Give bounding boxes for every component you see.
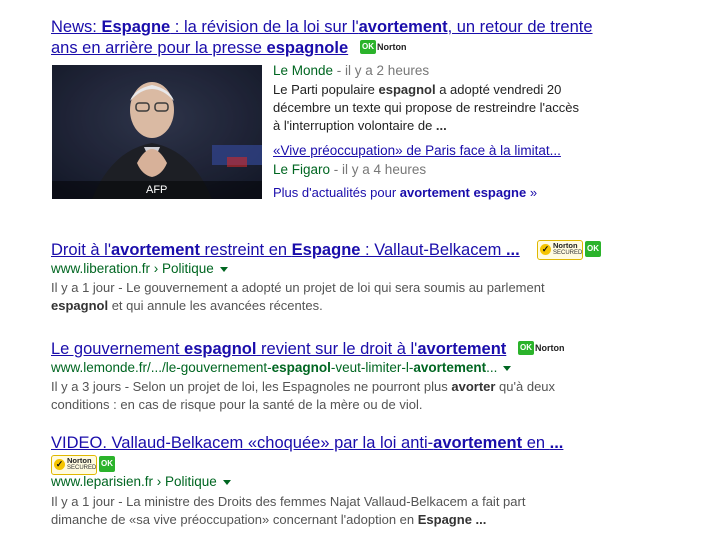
result-4-snippet-line-2: dimanche de «sa vive préoccupation» conc…	[51, 512, 487, 527]
title-text: ans en arrière pour la presse	[51, 39, 267, 57]
dropdown-arrow-icon[interactable]	[219, 266, 228, 272]
result-2-snippet-line-1: Il y a 1 jour - Le gouvernement a adopté…	[51, 280, 545, 295]
ok-icon: OK	[518, 341, 534, 355]
news-thumbnail[interactable]: AFP	[52, 65, 262, 199]
title-keyword: avortement	[358, 18, 448, 36]
news-time: - il y a 2 heures	[333, 63, 430, 78]
dropdown-arrow-icon[interactable]	[503, 365, 512, 371]
result-1-title-line-1[interactable]: News: Espagne : la révision de la loi su…	[51, 17, 593, 37]
result-2-title[interactable]: Droit à l'avortement restreint en Espagn…	[51, 240, 520, 260]
ok-norton-badge[interactable]: OK Norton	[360, 40, 410, 54]
result-2-snippet-line-2: espagnol et qui annule les avancées réce…	[51, 298, 323, 313]
norton-secured-badge[interactable]: ✓ Norton SECURED	[537, 240, 583, 260]
related-source: Le Figaro	[273, 162, 331, 177]
result-4-title[interactable]: VIDEO. Vallaud-Belkacem «choquée» par la…	[51, 433, 563, 453]
checkmark-icon: ✓	[540, 244, 551, 255]
news-source-line: Le Monde - il y a 2 heures	[273, 62, 429, 80]
image-caption: AFP	[146, 184, 168, 196]
norton-secured-badge[interactable]: ✓ Norton SECURED	[51, 455, 97, 475]
more-news-link[interactable]: Plus d'actualités pour avortement espagn…	[273, 184, 537, 202]
ok-icon[interactable]: OK	[99, 456, 115, 472]
title-text: , un retour de trente	[447, 18, 593, 36]
result-3-snippet-line-1: Il y a 3 jours - Selon un projet de loi,…	[51, 379, 556, 394]
ok-icon[interactable]: OK	[585, 241, 601, 257]
result-2-url[interactable]: www.liberation.fr › Politique	[51, 260, 228, 278]
result-1-title-line-2[interactable]: ans en arrière pour la presse espagnole	[51, 38, 348, 58]
result-4-url[interactable]: www.leparisien.fr › Politique	[51, 473, 231, 491]
title-text: : la révision de la loi sur l'	[170, 18, 359, 36]
result-3-snippet-line-2: conditions : en cas de risque pour la sa…	[51, 397, 423, 412]
title-text: News:	[51, 18, 102, 36]
result-3-url[interactable]: www.lemonde.fr/.../le-gouvernement-espag…	[51, 359, 512, 377]
news-snippet-line-3: à l'interruption volontaire de ...	[273, 118, 447, 133]
title-keyword: Espagne	[101, 18, 171, 36]
related-news-link[interactable]: «Vive préoccupation» de Paris face à la …	[273, 142, 561, 160]
norton-label: Norton	[535, 343, 565, 353]
related-source-line: Le Figaro - il y a 4 heures	[273, 161, 426, 179]
related-time: - il y a 4 heures	[330, 162, 427, 177]
result-3-title[interactable]: Le gouvernement espagnol revient sur le …	[51, 339, 506, 359]
news-snippet-line-2: décembre un texte qui propose de restrei…	[273, 100, 579, 115]
checkmark-icon: ✓	[54, 459, 65, 470]
ok-icon: OK	[360, 40, 376, 54]
politician-photo	[52, 65, 262, 199]
result-4-snippet-line-1: Il y a 1 jour - La ministre des Droits d…	[51, 494, 526, 509]
news-source: Le Monde	[273, 63, 334, 78]
title-keyword: espagnole	[266, 39, 349, 57]
dropdown-arrow-icon[interactable]	[222, 479, 231, 485]
news-snippet-line-1: Le Parti populaire espagnol a adopté ven…	[273, 82, 562, 97]
norton-label: Norton	[377, 42, 407, 52]
ok-norton-badge[interactable]: OK Norton	[518, 341, 568, 355]
